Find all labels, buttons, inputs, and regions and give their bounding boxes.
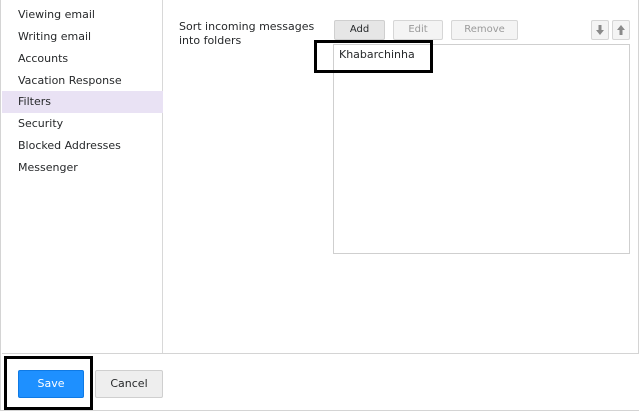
sidebar-item-messenger[interactable]: Messenger <box>2 157 163 179</box>
sidebar-item-security[interactable]: Security <box>2 113 163 135</box>
settings-sidebar: Viewing email Writing email Accounts Vac… <box>2 0 163 353</box>
settings-footer: Save Cancel <box>2 353 639 410</box>
filter-list-item[interactable]: Khabarchinha <box>334 45 629 65</box>
add-filter-button[interactable]: Add <box>334 20 385 40</box>
move-down-button[interactable] <box>591 20 609 40</box>
move-up-button[interactable] <box>612 20 630 40</box>
sidebar-item-vacation-response[interactable]: Vacation Response <box>2 70 163 92</box>
filters-content: Sort incoming messages into folders Add … <box>163 0 639 353</box>
sidebar-item-filters[interactable]: Filters <box>2 91 163 113</box>
filter-list: Khabarchinha <box>333 44 630 254</box>
sidebar-item-viewing-email[interactable]: Viewing email <box>2 4 163 26</box>
arrow-down-icon <box>596 25 604 35</box>
filters-description: Sort incoming messages into folders <box>179 20 315 47</box>
edit-filter-button[interactable]: Edit <box>393 20 443 40</box>
sidebar-item-accounts[interactable]: Accounts <box>2 48 163 70</box>
remove-filter-button[interactable]: Remove <box>451 20 518 40</box>
save-button[interactable]: Save <box>18 370 84 398</box>
cancel-button[interactable]: Cancel <box>95 370 163 398</box>
sidebar-item-writing-email[interactable]: Writing email <box>2 26 163 48</box>
sidebar-item-blocked-addresses[interactable]: Blocked Addresses <box>2 135 163 157</box>
arrow-up-icon <box>617 25 625 35</box>
settings-panel: Viewing email Writing email Accounts Vac… <box>0 0 639 411</box>
